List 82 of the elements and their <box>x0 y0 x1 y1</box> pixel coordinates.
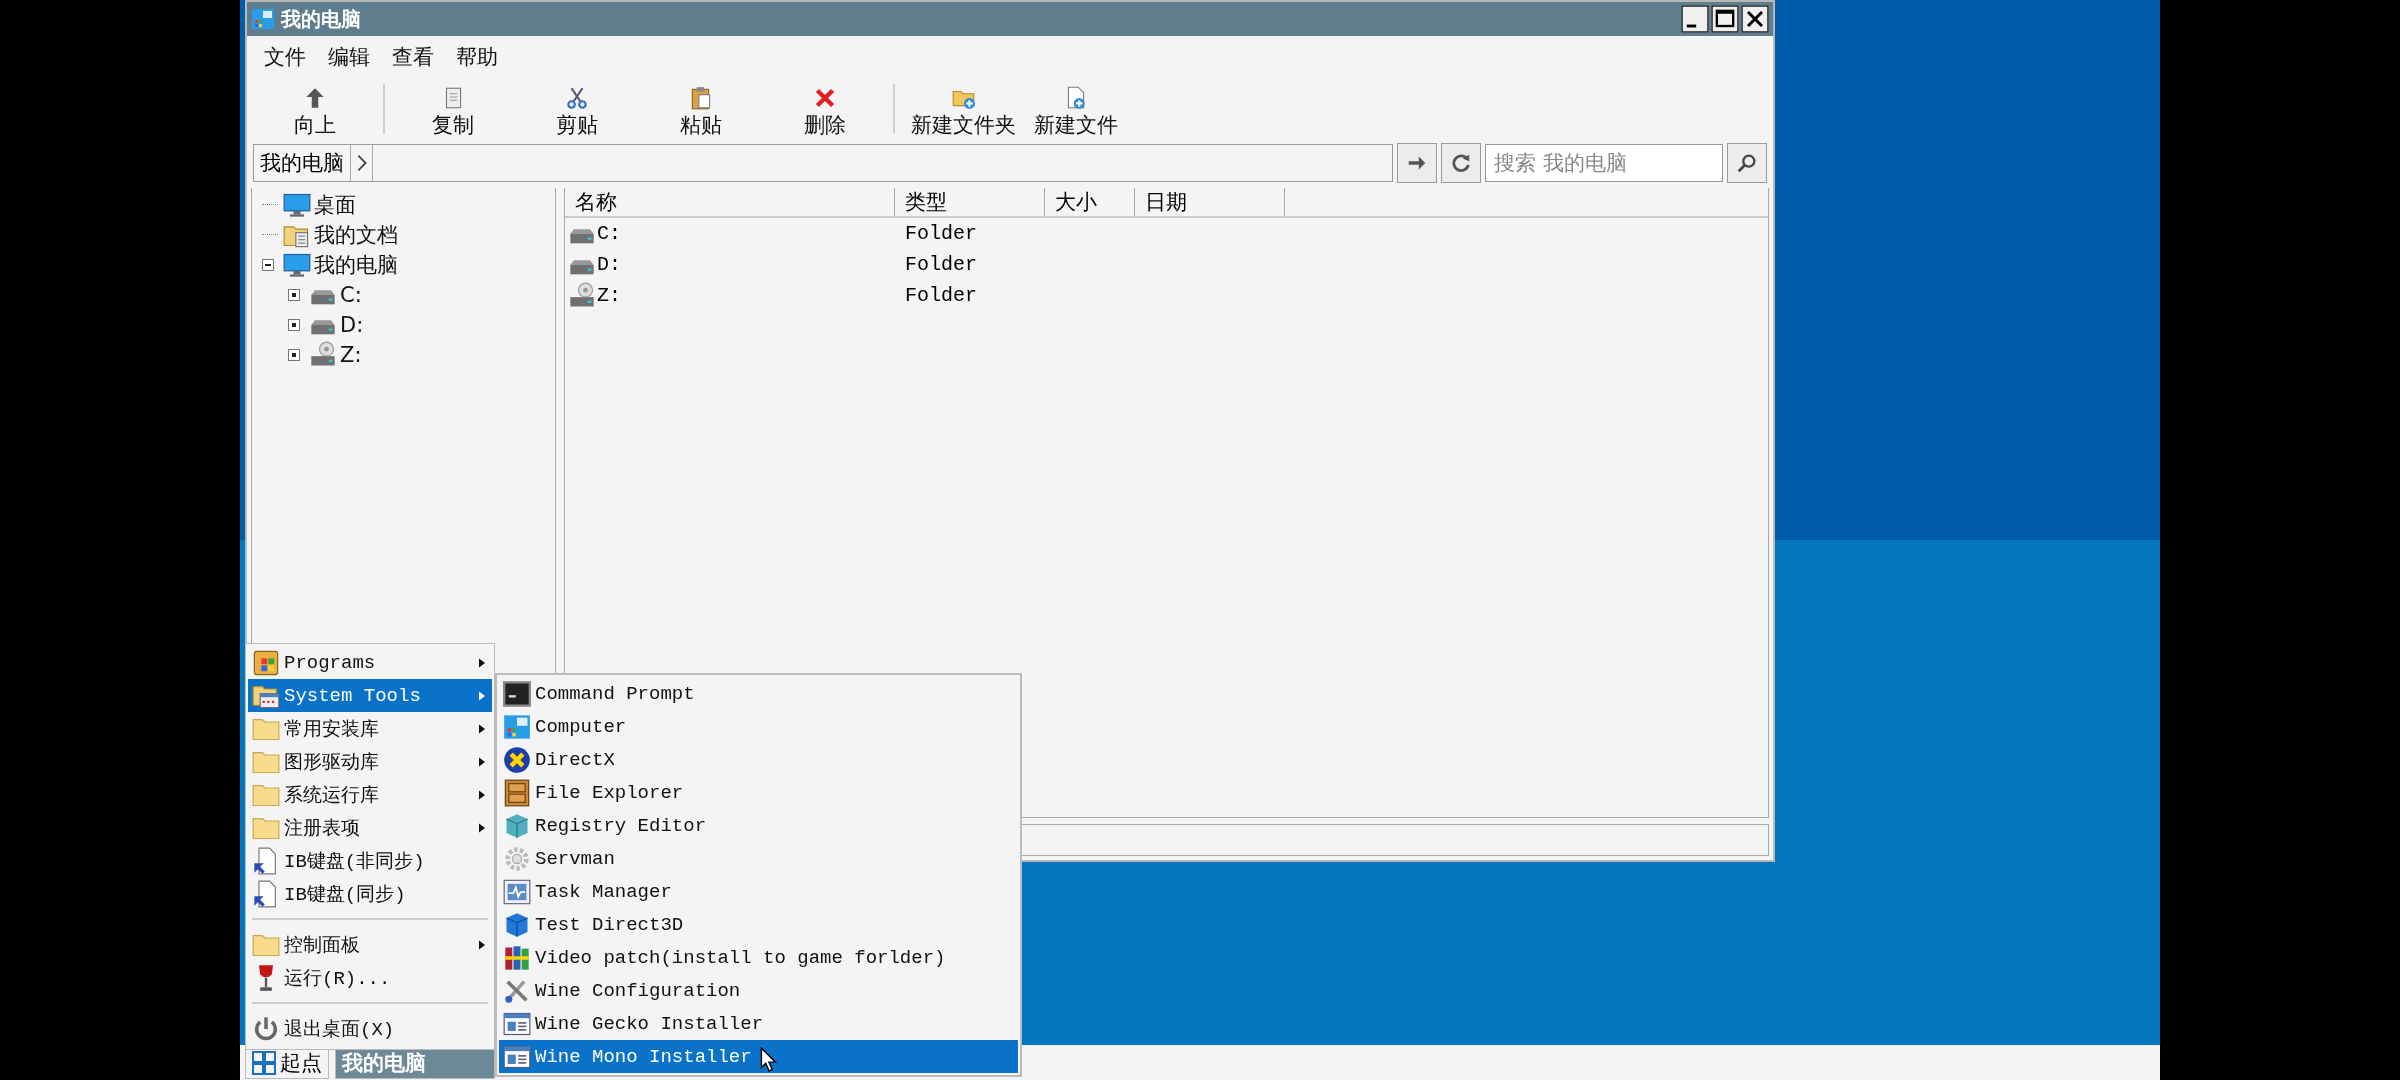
toolbar-button[interactable]: 剪贴 <box>515 79 639 139</box>
menu-item[interactable]: Video patch(install to game forlder) <box>499 941 1018 974</box>
refresh-button[interactable] <box>1441 143 1481 183</box>
menu-item[interactable]: Wine Gecko Installer <box>499 1007 1018 1040</box>
tree-item[interactable]: Z: <box>340 343 362 367</box>
expand-toggle[interactable] <box>288 319 300 331</box>
toolbar-button[interactable]: 向上 <box>253 79 377 139</box>
menu-item[interactable]: Wine Configuration <box>499 974 1018 1007</box>
menu-item[interactable]: 编辑 <box>317 43 381 71</box>
disc-drive-icon <box>308 341 338 369</box>
cabinet-icon <box>503 778 531 807</box>
file-type: Folder <box>905 284 977 307</box>
disc-drive-icon <box>567 281 597 310</box>
mouse-pointer-icon <box>760 1047 778 1073</box>
close-icon[interactable] <box>1741 5 1769 33</box>
scissors-icon <box>564 85 590 111</box>
file-name[interactable]: D: <box>597 253 621 276</box>
menu-item[interactable]: Wine Mono Installer <box>499 1040 1018 1073</box>
menu-item[interactable]: Command Prompt <box>499 677 1018 710</box>
menu-item[interactable]: 图形驱动库 <box>248 745 492 778</box>
menu-item[interactable]: 常用安装库 <box>248 712 492 745</box>
menu-item[interactable]: 运行(R)... <box>248 961 492 994</box>
gear-icon <box>503 844 531 873</box>
collapse-toggle[interactable] <box>262 259 274 271</box>
search-button[interactable] <box>1727 143 1767 183</box>
refresh-icon <box>1450 152 1472 174</box>
menu-item[interactable]: 注册表项 <box>248 811 492 844</box>
tree-item[interactable]: D: <box>340 313 364 337</box>
address-field[interactable]: 我的电脑 <box>253 144 1393 182</box>
window-title: 我的电脑 <box>281 5 362 33</box>
menu-item[interactable]: Task Manager <box>499 875 1018 908</box>
computer-window-icon <box>251 7 275 31</box>
menu-item[interactable]: 控制面板 <box>248 928 492 961</box>
column-header[interactable]: 名称 <box>565 188 895 216</box>
menu-item[interactable]: Test Direct3D <box>499 908 1018 941</box>
file-name[interactable]: Z: <box>597 284 621 307</box>
file-type: Folder <box>905 222 977 245</box>
chart-window-icon <box>503 877 531 906</box>
tree-item[interactable]: 桌面 <box>314 191 356 219</box>
toolbar-button[interactable]: 新建文件 <box>1024 79 1126 139</box>
program-group-icon <box>252 648 280 677</box>
menu-item[interactable]: Servman <box>499 842 1018 875</box>
menu-item[interactable]: Computer <box>499 710 1018 743</box>
menu-item[interactable]: 查看 <box>381 43 445 71</box>
computer-window-icon <box>503 712 531 741</box>
monitor-icon <box>282 191 312 219</box>
toolbar-button[interactable]: 粘贴 <box>639 79 763 139</box>
books-icon <box>503 943 531 972</box>
x-badge-icon <box>503 745 531 774</box>
file-type: Folder <box>905 253 977 276</box>
go-button[interactable] <box>1397 143 1437 183</box>
tree-item[interactable]: 我的电脑 <box>314 251 398 279</box>
menu-item[interactable]: IB键盘(同步) <box>248 877 492 910</box>
maximize-icon[interactable] <box>1711 5 1739 33</box>
search-field[interactable]: 搜索 我的电脑 <box>1485 144 1723 182</box>
expand-toggle[interactable] <box>288 289 300 301</box>
menu-item[interactable]: 系统运行库 <box>248 778 492 811</box>
menu-item[interactable]: Registry Editor <box>499 809 1018 842</box>
menu-item[interactable]: System Tools <box>248 679 492 712</box>
terminal-icon <box>503 679 531 708</box>
tree-item[interactable]: C: <box>340 283 362 307</box>
column-header[interactable]: 日期 <box>1135 188 1285 216</box>
search-icon <box>1736 152 1758 174</box>
expand-toggle[interactable] <box>288 349 300 361</box>
column-header[interactable]: 类型 <box>895 188 1045 216</box>
menu-item[interactable]: File Explorer <box>499 776 1018 809</box>
menu-item[interactable]: DirectX <box>499 743 1018 776</box>
minimize-icon[interactable] <box>1681 5 1709 33</box>
file-name[interactable]: C: <box>597 222 621 245</box>
menu-item[interactable]: Programs <box>248 646 492 679</box>
windows-logo-icon <box>252 1050 276 1075</box>
power-icon <box>252 1014 280 1043</box>
tree-item[interactable]: 我的文档 <box>314 221 398 249</box>
menu-item[interactable]: 帮助 <box>445 43 509 71</box>
toolbar-button[interactable]: 复制 <box>391 79 515 139</box>
monitor-icon <box>282 251 312 279</box>
toolbar-button[interactable]: 删除 <box>763 79 887 139</box>
column-header[interactable]: 大小 <box>1045 188 1135 216</box>
menu-item[interactable]: 文件 <box>253 43 317 71</box>
toolbar-button[interactable]: 新建文件夹 <box>901 79 1024 139</box>
menu-item[interactable]: IB键盘(非同步) <box>248 844 492 877</box>
menu-item[interactable]: 退出桌面(X) <box>248 1012 492 1045</box>
